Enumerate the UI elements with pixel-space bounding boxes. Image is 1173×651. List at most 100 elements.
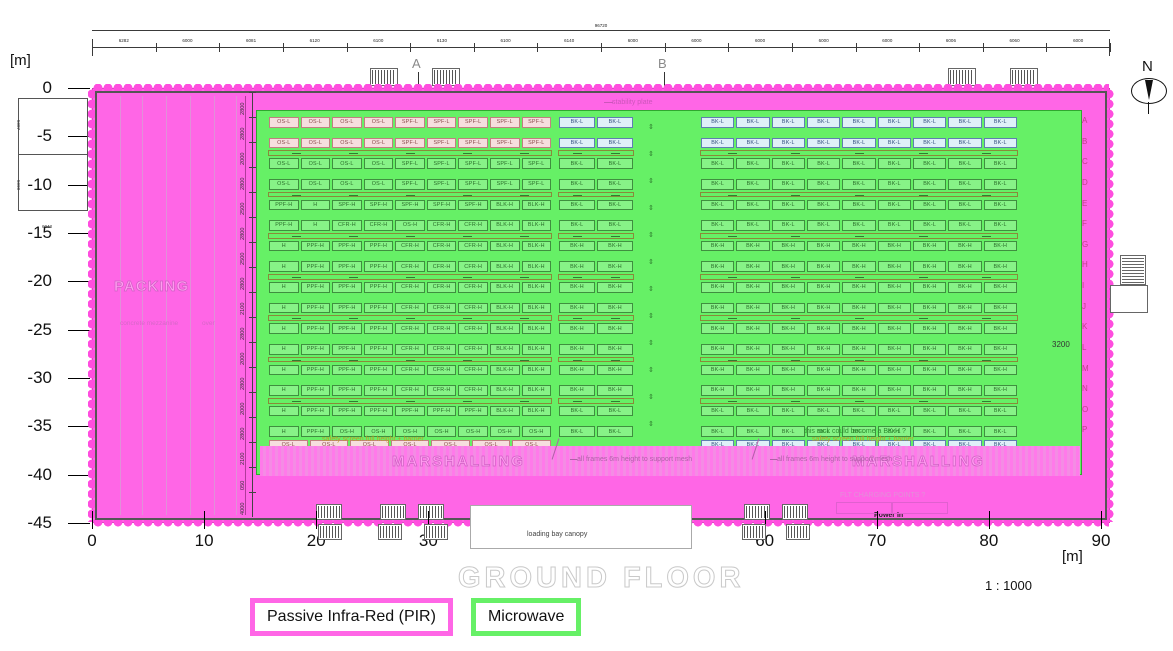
table-row[interactable]: BK-L BK-L BK-L BK-L BK-L BK-L BK-L BK-L BK-L — [700, 199, 1018, 211]
rack-cell[interactable]: OS-L — [332, 117, 362, 128]
rack-cell[interactable]: BK-H — [842, 323, 876, 334]
rack-cell[interactable]: OS-L — [269, 137, 299, 149]
rack-cell[interactable]: CFR-H — [458, 364, 488, 376]
table-row[interactable]: H PPF-H PPF-H PPF-H CFR-H CFR-H CFR-H BLK-H BLK-… — [268, 343, 552, 355]
rack-cell[interactable]: OS-L — [332, 137, 362, 149]
rack-cell[interactable]: BK-L — [806, 220, 841, 231]
rack-cell[interactable]: PPF-H — [332, 240, 362, 252]
rack-cell[interactable]: PPF-H — [426, 405, 457, 417]
table-row[interactable]: BK-L BK-L BK-L BK-L BK-L BK-L BK-L BK-L BK-L — [700, 405, 1018, 417]
table-row[interactable]: H PPF-H PPF-H PPF-H CFR-H CFR-H CFR-H BLK-H BLK-… — [268, 364, 552, 376]
rack-cell[interactable]: BK-L — [806, 199, 841, 211]
rack-cell[interactable]: BK-L — [842, 220, 876, 231]
rack-cell[interactable]: BK-L — [771, 158, 805, 169]
rack-cell[interactable]: H — [300, 220, 331, 231]
rack-cell[interactable]: BK-L — [948, 117, 982, 128]
rack-cell[interactable]: PPF-H — [300, 364, 331, 376]
rack-cell[interactable]: BK-L — [559, 199, 595, 211]
rack-cell[interactable]: BLK-H — [521, 323, 552, 334]
rack-cell[interactable]: BK-L — [948, 178, 982, 190]
rack-cell[interactable]: PPF-H — [269, 220, 299, 231]
rack-cell[interactable]: CFR-H — [458, 323, 488, 334]
rack-cell[interactable]: PPF-H — [363, 405, 394, 417]
rack-cell[interactable]: BK-L — [948, 405, 982, 417]
rack-cell[interactable]: BK-H — [948, 261, 982, 273]
rack-cell[interactable]: OS-H — [489, 426, 520, 438]
rack-cell[interactable]: BLK-H — [521, 220, 552, 231]
table-row[interactable]: BK-H BK-H BK-H BK-H BK-H BK-H BK-H BK-H BK-H — [700, 240, 1018, 252]
rack-cell[interactable]: BK-H — [771, 385, 805, 396]
rack-cell[interactable]: BK-L — [771, 405, 805, 417]
rack-cell[interactable]: PPF-H — [300, 240, 331, 252]
rack-cell[interactable]: BK-L — [806, 405, 841, 417]
rack-cell[interactable]: PPF-H — [363, 323, 394, 334]
rack-cell[interactable]: H — [269, 385, 299, 396]
rack-cell[interactable]: BK-H — [948, 302, 982, 314]
table-row[interactable]: BK-H BK-H BK-H BK-H BK-H BK-H BK-H BK-H BK-H — [700, 343, 1018, 355]
rack-cell[interactable]: BK-L — [771, 117, 805, 128]
rack-cell[interactable]: CFR-H — [395, 323, 425, 334]
rack-cell[interactable]: PPF-H — [300, 385, 331, 396]
rack-cell[interactable]: BK-L — [559, 178, 595, 190]
rack-cell[interactable]: CFR-H — [395, 261, 425, 273]
rack-cell[interactable]: H — [269, 282, 299, 293]
rack-cell[interactable]: BK-L — [597, 405, 633, 417]
rack-cell[interactable]: BK-L — [806, 137, 841, 149]
rack-cell[interactable]: BK-H — [771, 240, 805, 252]
rack-cell[interactable]: BK-H — [806, 385, 841, 396]
legend-item-pir[interactable]: Passive Infra-Red (PIR) — [250, 598, 453, 636]
rack-cell[interactable]: CFR-H — [332, 220, 362, 231]
rack-cell[interactable]: SPF-L — [521, 178, 552, 190]
rack-cell[interactable]: BK-L — [842, 137, 876, 149]
rack-cell[interactable]: SPF-L — [395, 137, 425, 149]
rack-cell[interactable]: BK-L — [877, 220, 911, 231]
rack-cell[interactable]: BK-L — [736, 199, 770, 211]
rack-cell[interactable]: SPF-L — [458, 117, 488, 128]
rack-cell[interactable]: OS-H — [395, 220, 425, 231]
rack-cell[interactable]: SPF-L — [426, 137, 457, 149]
rack-cell[interactable]: H — [269, 302, 299, 314]
rack-cell[interactable]: PPF-H — [300, 282, 331, 293]
rack-cell[interactable]: BLK-H — [489, 240, 520, 252]
table-row[interactable]: BK-H BK-H BK-H BK-H BK-H BK-H BK-H BK-H BK-H — [700, 385, 1018, 396]
rack-cell[interactable]: BK-H — [948, 282, 982, 293]
rack-cell[interactable]: BK-H — [806, 343, 841, 355]
rack-cell[interactable]: BK-H — [806, 364, 841, 376]
rack-cell[interactable]: BLK-H — [521, 405, 552, 417]
rack-cell[interactable]: BK-L — [597, 117, 633, 128]
rack-cell[interactable]: BK-H — [701, 323, 735, 334]
rack-cell[interactable]: BLK-H — [521, 199, 552, 211]
rack-cell[interactable]: BK-H — [736, 364, 770, 376]
rack-cell[interactable]: BK-H — [948, 343, 982, 355]
rack-cell[interactable]: BLK-H — [521, 385, 552, 396]
rack-cell[interactable]: OS-L — [300, 178, 331, 190]
rack-cell[interactable]: BK-H — [597, 240, 633, 252]
rack-cell[interactable]: BK-H — [736, 261, 770, 273]
rack-cell[interactable]: PPF-H — [332, 343, 362, 355]
rack-cell[interactable]: CFR-H — [395, 302, 425, 314]
rack-cell[interactable]: BK-L — [559, 220, 595, 231]
rack-cell[interactable]: BK-H — [771, 343, 805, 355]
table-row[interactable]: BK-H BK-H — [558, 385, 634, 396]
table-row[interactable]: BK-H BK-H BK-H BK-H BK-H BK-H BK-H BK-H BK-H — [700, 364, 1018, 376]
table-row[interactable]: PPF-H H SPF-H SPF-H SPF-H SPF-H SPF-H BLK-H BLK-… — [268, 199, 552, 211]
rack-cell[interactable]: CFR-H — [426, 343, 457, 355]
table-row[interactable]: BK-H BK-H BK-H BK-H BK-H BK-H BK-H BK-H BK-H — [700, 261, 1018, 273]
rack-cell[interactable]: BLK-H — [489, 302, 520, 314]
rack-cell[interactable]: OS-L — [363, 117, 394, 128]
rack-cell[interactable]: BK-L — [597, 220, 633, 231]
rack-cell[interactable]: BK-L — [771, 137, 805, 149]
table-row[interactable]: H PPF-H PPF-H PPF-H CFR-H CFR-H CFR-H BLK-H BLK-… — [268, 302, 552, 314]
table-row[interactable]: H PPF-H PPF-H PPF-H PPF-H PPF-H PPF-H BLK-H BLK-… — [268, 405, 552, 417]
table-row[interactable]: H PPF-H PPF-H PPF-H CFR-H CFR-H CFR-H BLK-H BLK-… — [268, 240, 552, 252]
table-row[interactable]: BK-L BK-L BK-L BK-L BK-L BK-L BK-L BK-L BK-L — [700, 117, 1018, 128]
rack-cell[interactable]: CFR-H — [426, 385, 457, 396]
rack-cell[interactable]: BK-L — [877, 178, 911, 190]
rack-cell[interactable]: PPF-H — [363, 364, 394, 376]
rack-cell[interactable]: BK-H — [983, 364, 1017, 376]
rack-cell[interactable]: BK-L — [771, 199, 805, 211]
rack-cell[interactable]: BK-H — [559, 240, 595, 252]
rack-cell[interactable]: BK-H — [877, 302, 911, 314]
rack-cell[interactable]: CFR-H — [395, 364, 425, 376]
rack-cell[interactable]: BLK-H — [489, 405, 520, 417]
